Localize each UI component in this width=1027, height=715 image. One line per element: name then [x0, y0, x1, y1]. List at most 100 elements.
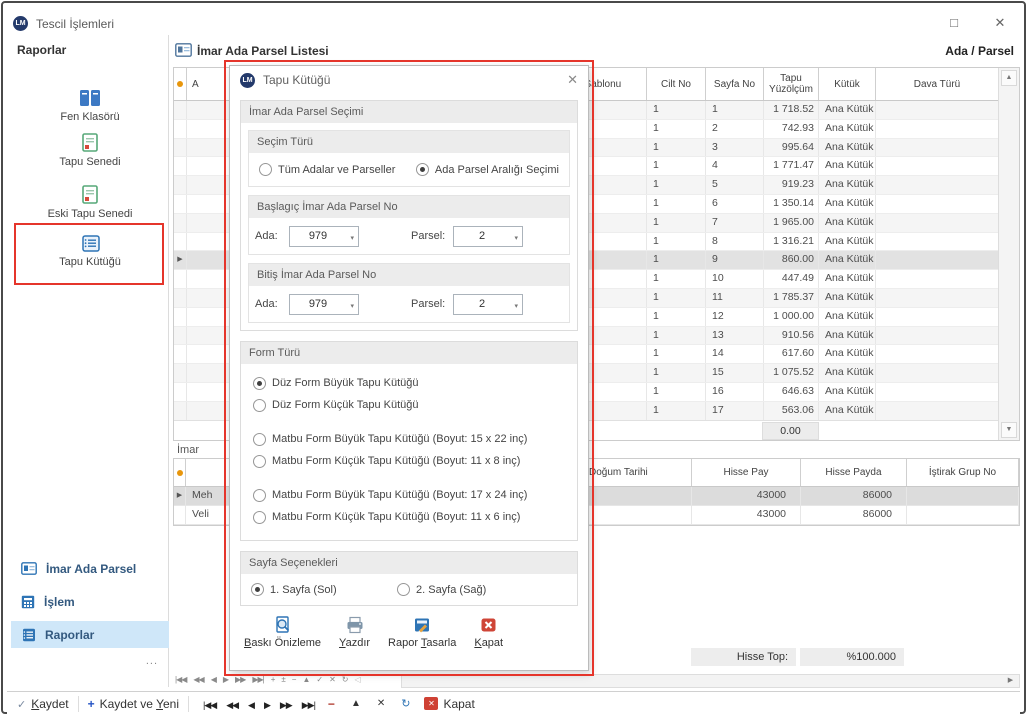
column-header[interactable]: Cilt No: [647, 68, 706, 100]
sidebar-item-tapu-kutugu[interactable]: Tapu Kütüğü: [11, 235, 169, 268]
close-form-icon[interactable]: ✕: [424, 697, 438, 710]
radio-icon[interactable]: [397, 583, 410, 596]
navigator-cancel-icon[interactable]: ✕: [329, 675, 335, 684]
cell: 1: [706, 101, 764, 119]
edit-record-icon[interactable]: ▲: [351, 698, 361, 709]
column-header[interactable]: [174, 68, 187, 100]
sidebar-item-label: Tapu Kütüğü: [11, 256, 169, 268]
ada-start-dropdown[interactable]: 979▾: [289, 226, 359, 247]
radio-option[interactable]: 2. Sayfa (Sağ): [393, 579, 490, 601]
cell: 447.49: [764, 270, 819, 288]
owners-tab-fragment[interactable]: İmar: [177, 444, 199, 456]
radio-option[interactable]: Ada Parsel Aralığı Seçimi: [412, 159, 563, 181]
radio-icon[interactable]: [253, 489, 266, 502]
cell: 1: [647, 214, 706, 232]
scroll-down-icon[interactable]: ▼: [1001, 422, 1017, 438]
navigator-next-icon[interactable]: ▶: [223, 675, 228, 684]
save-button[interactable]: ✓Kaydet: [17, 697, 69, 711]
navigator-next-page-icon[interactable]: ▶▶: [235, 675, 245, 684]
sidebar-item-raporlar[interactable]: Raporlar: [11, 621, 169, 648]
last-record-icon[interactable]: ▶▶|: [302, 700, 315, 710]
share-total-label: Hisse Top:: [691, 648, 796, 666]
navigator-refresh-icon[interactable]: ↻: [342, 675, 348, 684]
sidebar-item-islem[interactable]: İşlem: [11, 588, 169, 615]
radio-option[interactable]: Tüm Adalar ve Parseller: [255, 159, 412, 181]
report-design-icon: [413, 616, 431, 634]
parsel-start-dropdown[interactable]: 2▾: [453, 226, 523, 247]
sidebar-item-eski-tapu-senedi[interactable]: Eski Tapu Senedi: [11, 185, 169, 220]
column-header[interactable]: İştirak Grup No: [907, 459, 1019, 486]
radio-option[interactable]: Matbu Form Büyük Tapu Kütüğü (Boyut: 17 …: [249, 484, 569, 506]
column-header[interactable]: Tapu Yüzölçüm: [764, 68, 819, 100]
column-header[interactable]: Hisse Pay: [692, 459, 801, 486]
column-header[interactable]: [174, 459, 186, 486]
horizontal-scrollbar[interactable]: ▶: [401, 674, 1020, 688]
ada-end-dropdown[interactable]: 979▾: [289, 294, 359, 315]
navigator-delete-icon[interactable]: −: [292, 675, 296, 684]
first-record-icon[interactable]: |◀◀: [203, 700, 216, 710]
radio-icon[interactable]: [253, 399, 266, 412]
next-record-icon[interactable]: ▶: [264, 700, 270, 710]
radio-checked-icon[interactable]: [416, 163, 429, 176]
row-marker: [174, 270, 187, 288]
sidebar-item-fen-klasoru[interactable]: Fen Klasörü: [11, 89, 169, 123]
refresh-icon[interactable]: ↻: [401, 697, 410, 710]
cell: 1: [647, 139, 706, 157]
navigator-edit-icon[interactable]: ▲: [302, 675, 309, 684]
share-total-value: %100.000: [800, 648, 904, 666]
prior-page-icon[interactable]: ◀◀: [226, 700, 238, 710]
radio-option[interactable]: Düz Form Küçük Tapu Kütüğü: [249, 394, 569, 416]
navigator-prev-page-icon[interactable]: ◀◀: [193, 675, 203, 684]
radio-checked-icon[interactable]: [253, 377, 266, 390]
radio-checked-icon[interactable]: [251, 583, 264, 596]
print-preview-button[interactable]: Baskı Önizleme: [244, 616, 321, 649]
radio-option[interactable]: Matbu Form Küçük Tapu Kütüğü (Boyut: 11 …: [249, 506, 569, 528]
navigator-back-icon[interactable]: ◁: [354, 675, 359, 684]
radio-icon[interactable]: [253, 511, 266, 524]
navigator-post-icon[interactable]: ✓: [316, 675, 322, 684]
parsel-end-dropdown[interactable]: 2▾: [453, 294, 523, 315]
print-button[interactable]: Yazdır: [339, 616, 370, 649]
data-navigator: |◀◀◀◀◀▶▶▶▶▶|+±−▲✓✕↻◁: [175, 675, 360, 684]
close-form-button[interactable]: Kapat: [443, 697, 474, 711]
dialog-close-icon[interactable]: ✕: [567, 72, 578, 88]
column-header[interactable]: Sayfa No: [706, 68, 764, 100]
check-icon: ✓: [17, 699, 26, 711]
cell: 7: [706, 214, 764, 232]
radio-icon[interactable]: [259, 163, 272, 176]
navigator-prev-icon[interactable]: ◀: [211, 675, 216, 684]
navigator-append-icon[interactable]: ±: [281, 675, 284, 684]
prior-record-icon[interactable]: ◀: [248, 700, 254, 710]
column-header[interactable]: Hisse Payda: [801, 459, 907, 486]
close-window-button[interactable]: ✕: [991, 15, 1009, 31]
column-header[interactable]: Kütük: [819, 68, 876, 100]
column-header[interactable]: Doğum Tarihi: [584, 459, 692, 486]
scroll-right-icon[interactable]: ▶: [1003, 676, 1018, 686]
scroll-up-icon[interactable]: ▲: [1001, 70, 1017, 86]
cell: [876, 383, 999, 401]
sidebar-item-tapu-senedi[interactable]: Tapu Senedi: [11, 133, 169, 168]
radio-option[interactable]: Matbu Form Büyük Tapu Kütüğü (Boyut: 15 …: [249, 428, 569, 450]
dialog-close-button[interactable]: Kapat: [474, 617, 503, 649]
save-and-new-button[interactable]: +Kaydet ve Yeni: [88, 697, 179, 711]
navigator-first-icon[interactable]: |◀◀: [175, 675, 186, 684]
sidebar-item-imar-ada-parsel[interactable]: İmar Ada Parsel: [11, 555, 169, 582]
sidebar-more[interactable]: ...: [146, 655, 158, 667]
vertical-scrollbar[interactable]: ▲ ▼: [998, 68, 1019, 440]
list-header-icon: [175, 43, 192, 57]
radio-option[interactable]: Düz Form Büyük Tapu Kütüğü: [249, 372, 569, 394]
cancel-edit-icon[interactable]: ✕: [377, 698, 385, 709]
report-design-button[interactable]: Rapor Tasarla: [388, 616, 456, 649]
maximize-button[interactable]: □: [945, 15, 963, 30]
navigator-insert-icon[interactable]: +: [271, 675, 275, 684]
cell: 12: [706, 308, 764, 326]
column-header[interactable]: Dava Türü: [876, 68, 999, 100]
radio-option[interactable]: 1. Sayfa (Sol): [247, 579, 393, 601]
radio-icon[interactable]: [253, 433, 266, 446]
navigator-last-icon[interactable]: ▶▶|: [252, 675, 263, 684]
radio-option[interactable]: Matbu Form Küçük Tapu Kütüğü (Boyut: 11 …: [249, 450, 569, 472]
delete-record-icon[interactable]: −: [328, 697, 335, 711]
radio-icon[interactable]: [253, 455, 266, 468]
next-page-icon[interactable]: ▶▶: [280, 700, 292, 710]
cell: Ana Kütük: [819, 120, 876, 138]
